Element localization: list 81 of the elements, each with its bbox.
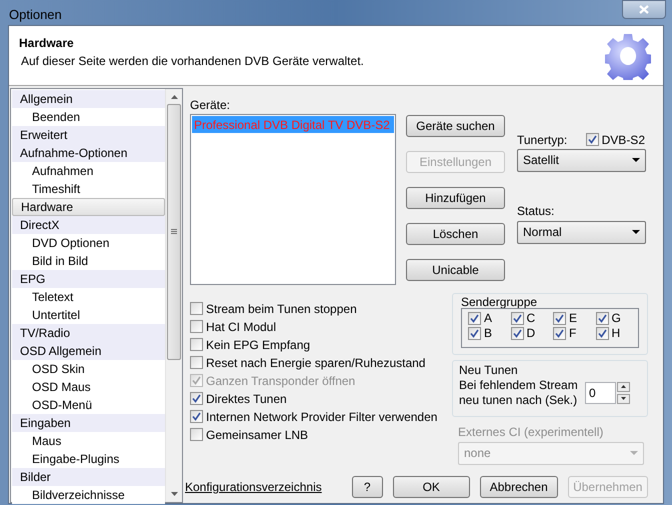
dialog-button[interactable]: OK <box>392 476 470 498</box>
group-letter: C <box>526 310 536 327</box>
group-letter: B <box>484 325 492 342</box>
dialog-button[interactable]: Abbrechen <box>480 476 558 498</box>
sidebar-item[interactable]: Erweitert <box>12 126 165 144</box>
group-letter: F <box>569 325 576 342</box>
device-button[interactable]: Hinzufügen <box>406 186 505 208</box>
external-ci-label: Externes CI (experimentell) <box>458 424 604 440</box>
window-title: Optionen <box>9 6 62 24</box>
option-label: Stream beim Tunen stoppen <box>206 300 357 318</box>
dropdown[interactable]: Satellit <box>517 148 646 172</box>
checkbox[interactable] <box>553 326 566 340</box>
checkbox[interactable] <box>190 410 203 423</box>
grip-icon <box>171 229 177 234</box>
device-button[interactable]: Löschen <box>406 222 505 244</box>
dropdown-arrow-icon <box>632 230 640 234</box>
sidebar-item[interactable]: Bilder <box>12 468 165 486</box>
close-button[interactable] <box>622 0 666 19</box>
checkbox[interactable] <box>510 326 524 340</box>
up-arrow-icon <box>621 385 626 388</box>
option-label: Internen Network Provider Filter verwenden <box>206 408 438 426</box>
dropdown-arrow-icon <box>632 158 640 162</box>
dialog-button[interactable]: ? <box>352 476 383 498</box>
dropdown[interactable]: Normal <box>517 220 646 244</box>
sidebar-item[interactable]: TV/Radio <box>12 324 165 342</box>
option-label: Kein EPG Empfang <box>206 336 310 354</box>
scroll-thumb[interactable] <box>167 104 181 360</box>
scrollbar[interactable] <box>165 88 182 502</box>
checkbox[interactable] <box>553 312 566 324</box>
scroll-up-icon <box>170 94 178 98</box>
gear-icon <box>605 32 651 80</box>
close-icon <box>639 5 649 14</box>
group-letter: G <box>612 310 621 327</box>
group-title: Neu Tunen <box>459 362 519 376</box>
checkmark-icon <box>588 135 597 144</box>
group-title: Sendergruppe <box>461 294 538 308</box>
option-label: Reset nach Energie sparen/Ruhezustand <box>206 354 426 372</box>
group-letter: E <box>569 310 578 327</box>
config-folder-link[interactable]: Konfigurationsverzeichnis <box>185 478 322 496</box>
checkbox[interactable] <box>468 312 481 324</box>
checkbox[interactable] <box>510 312 524 324</box>
spin-buttons[interactable] <box>617 382 630 404</box>
sidebar-item[interactable]: DVD Optionen <box>12 234 165 252</box>
scroll-down-icon <box>170 492 178 496</box>
page-description: Auf dieser Seite werden die vorhandenen DVB Geräte verwaltet. <box>21 52 364 70</box>
down-arrow-icon <box>621 397 626 400</box>
sidebar-item[interactable]: Bildverzeichnisse <box>12 486 165 504</box>
sidebar-item[interactable]: Allgemein <box>12 90 165 108</box>
sidebar-item[interactable]: EPG <box>12 270 165 288</box>
page-title: Hardware <box>19 34 75 52</box>
retune-label: Bei fehlendem Stream neu tunen nach (Sek.) <box>459 378 579 408</box>
checkbox[interactable] <box>190 338 203 351</box>
option-label: Hat CI Modul <box>206 318 276 336</box>
group-letter: D <box>526 325 536 342</box>
sidebar-item[interactable]: OSD Allgemein <box>12 342 165 360</box>
device-button[interactable]: Geräte suchen <box>406 114 505 136</box>
sidebar-item[interactable]: DirectX <box>12 216 165 234</box>
checkbox[interactable] <box>190 392 203 405</box>
checkbox[interactable] <box>190 356 203 369</box>
checkbox[interactable] <box>468 326 481 340</box>
checkbox-label: DVB-S2 <box>602 132 645 148</box>
option-label: Ganzen Transponder öffnen <box>206 372 356 390</box>
sidebar-item[interactable]: Eingaben <box>12 414 165 432</box>
checkbox[interactable] <box>190 428 203 441</box>
device-button[interactable]: Unicable <box>406 258 505 280</box>
checkbox[interactable] <box>190 320 203 333</box>
checkbox[interactable] <box>596 312 608 324</box>
option-label: Direktes Tunen <box>206 390 287 408</box>
sidebar-item[interactable]: Aufnahme-Optionen <box>12 144 165 162</box>
status-label: Status: <box>517 202 556 220</box>
number-field[interactable]: 0 <box>585 382 616 404</box>
devices-label: Geräte: <box>190 98 232 112</box>
option-label: Gemeinsamer LNB <box>206 426 308 444</box>
checkbox[interactable] <box>586 133 599 146</box>
dropdown-arrow-icon <box>630 451 638 455</box>
sidebar-item[interactable]: Hardware <box>12 198 165 216</box>
group-letter: H <box>612 325 620 342</box>
tuner-type-label: Tunertyp: <box>517 132 568 148</box>
checkbox[interactable] <box>190 302 203 315</box>
checkbox[interactable] <box>596 326 608 340</box>
group-letter: A <box>484 310 492 327</box>
